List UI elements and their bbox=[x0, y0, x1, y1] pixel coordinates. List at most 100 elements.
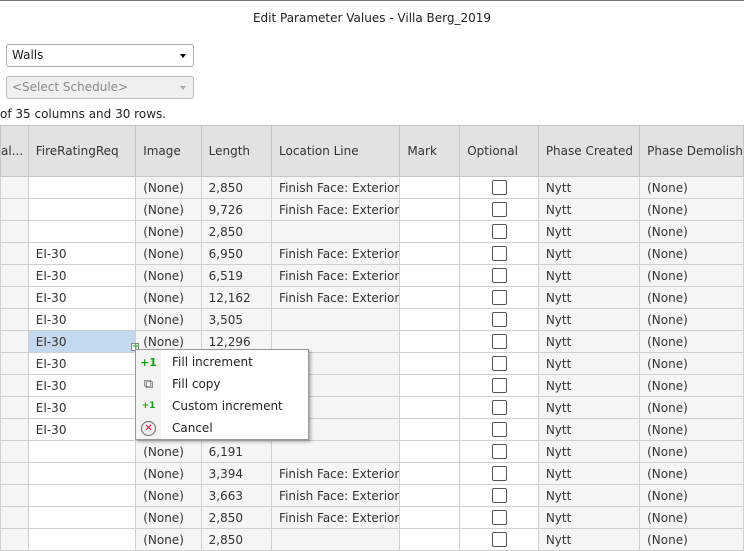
row-cell-truncated[interactable] bbox=[0, 330, 29, 353]
phase-created-cell[interactable]: Nytt bbox=[537, 374, 641, 397]
location-cell[interactable] bbox=[271, 440, 401, 463]
mark-cell[interactable] bbox=[399, 462, 461, 485]
location-cell[interactable]: Finish Face: Exterior bbox=[271, 462, 401, 485]
phase-created-cell[interactable]: Nytt bbox=[537, 396, 641, 419]
location-cell[interactable]: Finish Face: Exterior bbox=[271, 242, 401, 265]
image-cell[interactable]: (None) bbox=[135, 528, 202, 551]
mark-cell[interactable] bbox=[399, 418, 461, 441]
optional-checkbox[interactable] bbox=[491, 246, 507, 261]
optional-checkbox-cell[interactable] bbox=[459, 440, 539, 463]
location-cell[interactable]: Finish Face: Exterior bbox=[271, 506, 401, 529]
optional-checkbox[interactable] bbox=[491, 268, 507, 283]
row-cell-truncated[interactable] bbox=[0, 286, 29, 309]
phase-created-cell[interactable]: Nytt bbox=[537, 462, 641, 485]
fire-cell[interactable]: EI-30 bbox=[27, 396, 137, 419]
phase-created-cell[interactable]: Nytt bbox=[537, 506, 641, 529]
row-cell-truncated[interactable] bbox=[0, 440, 29, 463]
column-header[interactable]: Location Line bbox=[271, 125, 401, 177]
image-cell[interactable]: (None) bbox=[135, 506, 202, 529]
phase-demolished-cell[interactable]: (None) bbox=[639, 330, 744, 353]
fire-cell[interactable]: EI-30 bbox=[27, 308, 137, 331]
row-cell-truncated[interactable] bbox=[0, 176, 29, 199]
menu-item-fill-copy[interactable]: ⧉ Fill copy bbox=[136, 373, 308, 395]
row-cell-truncated[interactable] bbox=[0, 418, 29, 441]
length-cell[interactable]: 3,394 bbox=[200, 462, 273, 485]
fire-cell[interactable] bbox=[27, 484, 137, 507]
optional-checkbox-cell[interactable] bbox=[459, 352, 539, 375]
phase-created-cell[interactable]: Nytt bbox=[537, 484, 641, 507]
fire-cell[interactable] bbox=[27, 440, 137, 463]
length-cell[interactable]: 12,162 bbox=[200, 286, 273, 309]
length-cell[interactable]: 2,850 bbox=[200, 528, 273, 551]
phase-created-cell[interactable]: Nytt bbox=[537, 176, 641, 199]
length-cell[interactable]: 6,950 bbox=[200, 242, 273, 265]
phase-demolished-cell[interactable]: (None) bbox=[639, 264, 744, 287]
row-cell-truncated[interactable] bbox=[0, 308, 29, 331]
optional-checkbox[interactable] bbox=[491, 444, 507, 459]
length-cell[interactable]: 2,850 bbox=[200, 220, 273, 243]
image-cell[interactable]: (None) bbox=[135, 242, 202, 265]
column-header[interactable]: FireRatingReq bbox=[27, 125, 137, 177]
location-cell[interactable]: Finish Face: Exterior bbox=[271, 484, 401, 507]
category-select[interactable]: Walls bbox=[6, 44, 194, 67]
mark-cell[interactable] bbox=[399, 220, 461, 243]
image-cell[interactable]: (None) bbox=[135, 440, 202, 463]
column-header[interactable]: al... bbox=[0, 125, 29, 177]
menu-item-cancel[interactable]: ✕ Cancel bbox=[136, 417, 308, 439]
row-cell-truncated[interactable] bbox=[0, 374, 29, 397]
fire-cell[interactable]: EI-30 bbox=[27, 286, 137, 309]
image-cell[interactable]: (None) bbox=[135, 308, 202, 331]
mark-cell[interactable] bbox=[399, 374, 461, 397]
location-cell[interactable] bbox=[271, 528, 401, 551]
image-cell[interactable]: (None) bbox=[135, 484, 202, 507]
optional-checkbox-cell[interactable] bbox=[459, 418, 539, 441]
phase-created-cell[interactable]: Nytt bbox=[537, 330, 641, 353]
fire-cell[interactable]: EI-30 bbox=[27, 352, 137, 375]
phase-demolished-cell[interactable]: (None) bbox=[639, 242, 744, 265]
column-header[interactable]: Image bbox=[135, 125, 202, 177]
optional-checkbox[interactable] bbox=[491, 334, 507, 349]
fire-cell[interactable] bbox=[27, 506, 137, 529]
image-cell[interactable]: (None) bbox=[135, 286, 202, 309]
optional-checkbox-cell[interactable] bbox=[459, 396, 539, 419]
optional-checkbox-cell[interactable] bbox=[459, 176, 539, 199]
optional-checkbox[interactable] bbox=[491, 466, 507, 481]
phase-demolished-cell[interactable]: (None) bbox=[639, 176, 744, 199]
row-cell-truncated[interactable] bbox=[0, 220, 29, 243]
optional-checkbox[interactable] bbox=[491, 356, 507, 371]
column-header[interactable]: Phase Demolish bbox=[639, 125, 744, 177]
phase-demolished-cell[interactable]: (None) bbox=[639, 462, 744, 485]
mark-cell[interactable] bbox=[399, 286, 461, 309]
optional-checkbox-cell[interactable] bbox=[459, 462, 539, 485]
optional-checkbox-cell[interactable] bbox=[459, 506, 539, 529]
schedule-select[interactable]: <Select Schedule> bbox=[6, 76, 194, 99]
image-cell[interactable]: (None) bbox=[135, 198, 202, 221]
optional-checkbox[interactable] bbox=[491, 312, 507, 327]
location-cell[interactable] bbox=[271, 220, 401, 243]
phase-demolished-cell[interactable]: (None) bbox=[639, 286, 744, 309]
fire-cell[interactable]: EI-30 bbox=[27, 242, 137, 265]
mark-cell[interactable] bbox=[399, 396, 461, 419]
row-cell-truncated[interactable] bbox=[0, 242, 29, 265]
phase-demolished-cell[interactable]: (None) bbox=[639, 484, 744, 507]
row-cell-truncated[interactable] bbox=[0, 396, 29, 419]
mark-cell[interactable] bbox=[399, 308, 461, 331]
row-cell-truncated[interactable] bbox=[0, 198, 29, 221]
mark-cell[interactable] bbox=[399, 484, 461, 507]
mark-cell[interactable] bbox=[399, 242, 461, 265]
location-cell[interactable]: Finish Face: Exterior bbox=[271, 198, 401, 221]
phase-created-cell[interactable]: Nytt bbox=[537, 198, 641, 221]
phase-demolished-cell[interactable]: (None) bbox=[639, 528, 744, 551]
row-cell-truncated[interactable] bbox=[0, 352, 29, 375]
mark-cell[interactable] bbox=[399, 528, 461, 551]
location-cell[interactable]: Finish Face: Exterior bbox=[271, 286, 401, 309]
length-cell[interactable]: 3,505 bbox=[200, 308, 273, 331]
fire-cell[interactable]: EI-30 bbox=[27, 330, 137, 353]
phase-demolished-cell[interactable]: (None) bbox=[639, 440, 744, 463]
optional-checkbox-cell[interactable] bbox=[459, 242, 539, 265]
column-header[interactable]: Length bbox=[200, 125, 273, 177]
mark-cell[interactable] bbox=[399, 264, 461, 287]
mark-cell[interactable] bbox=[399, 330, 461, 353]
image-cell[interactable]: (None) bbox=[135, 462, 202, 485]
optional-checkbox[interactable] bbox=[491, 510, 507, 525]
